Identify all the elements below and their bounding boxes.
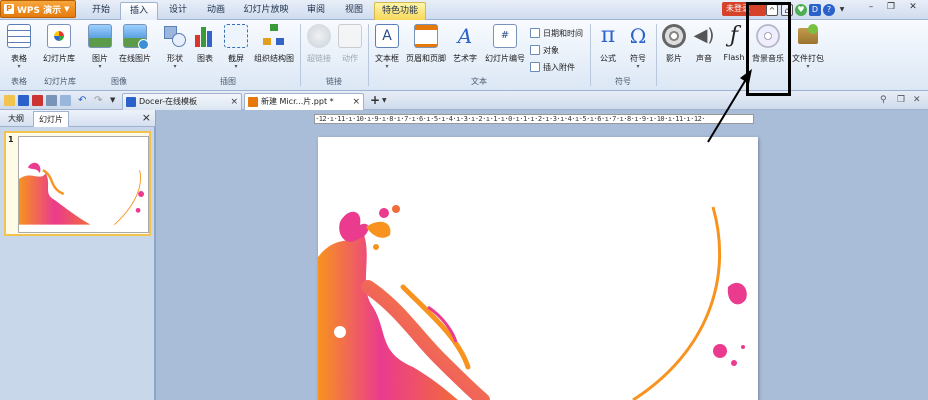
annotation-arrow <box>707 69 752 143</box>
wps-presentation-window: P WPS 演示 ▼ 开始 插入 设计 动画 幻灯片放映 审阅 视图 特色功能 … <box>0 0 928 400</box>
